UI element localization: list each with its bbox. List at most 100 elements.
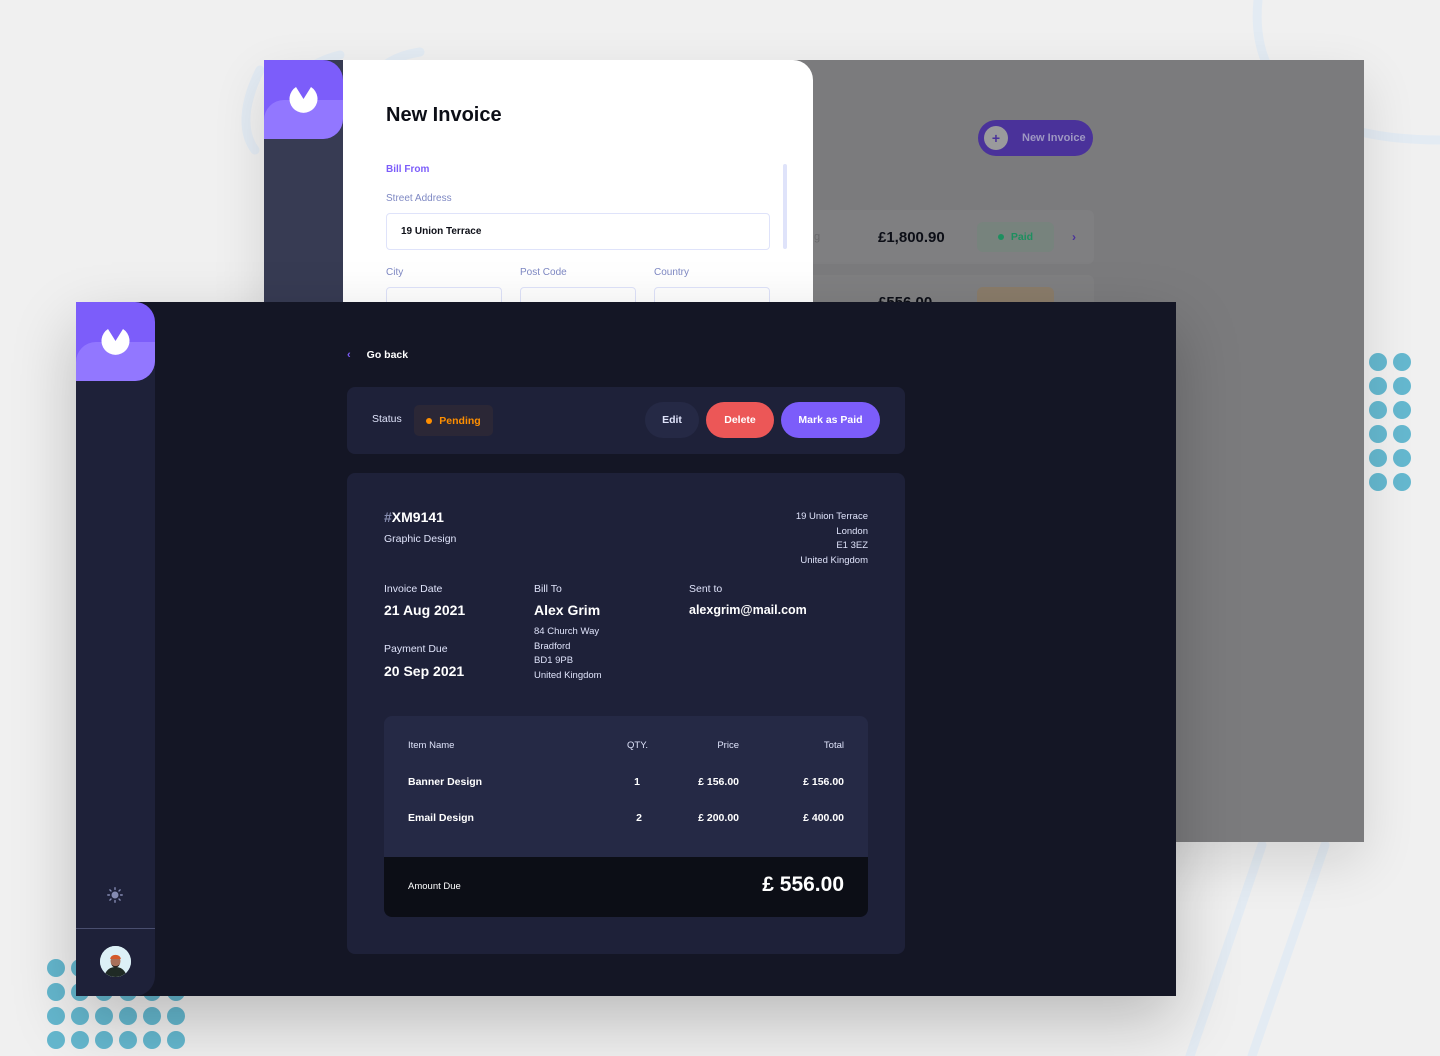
header-item-name: Item Name (408, 740, 455, 751)
header-qty: QTY. (627, 740, 648, 751)
invoice-date-label: Invoice Date (384, 583, 443, 595)
decor-dot (143, 1031, 161, 1049)
payment-due-value: 20 Sep 2021 (384, 663, 465, 679)
bill-from-heading: Bill From (386, 164, 430, 175)
form-title: New Invoice (386, 104, 502, 126)
sender-city: London (836, 525, 868, 537)
amount-due-label: Amount Due (408, 881, 461, 892)
decor-dot (1393, 473, 1411, 491)
edit-button[interactable]: Edit (645, 402, 699, 438)
sender-address: 19 Union Terrace London E1 3EZ United Ki… (796, 510, 868, 568)
amount-due-footer: Amount Due £ 556.00 (384, 857, 868, 917)
status-label: Paid (1010, 231, 1034, 243)
decor-dot (1393, 353, 1411, 371)
theme-toggle-button[interactable] (105, 885, 125, 905)
item-price: £ 200.00 (698, 812, 739, 824)
invoice-detail-window: ‹ Go back Status Pending Edit Delete Mar… (76, 302, 1176, 996)
invoice-id-hash: # (384, 509, 392, 525)
decor-dot (1369, 449, 1387, 467)
status-label: Status (372, 413, 402, 425)
form-scrollbar[interactable] (783, 164, 787, 249)
decor-dot (47, 983, 65, 1001)
country-label: Country (654, 267, 690, 278)
decor-dot (71, 1007, 89, 1025)
invoice-id-value: XM9141 (391, 509, 444, 525)
decor-dot (71, 1031, 89, 1049)
header-total: Total (823, 740, 844, 751)
street-address-label: Street Address (386, 193, 452, 204)
status-value: Pending (439, 414, 481, 427)
decor-dot (47, 1031, 65, 1049)
status-bar: Status Pending Edit Delete Mark as Paid (347, 387, 905, 454)
header-price: Price (717, 740, 739, 751)
delete-button[interactable]: Delete (706, 402, 774, 438)
decor-dot (1393, 425, 1411, 443)
decor-dot (119, 1007, 137, 1025)
client-name: Alex Grim (534, 602, 601, 618)
table-row: Banner Design 1 £ 156.00 £ 156.00 (384, 776, 868, 792)
avatar-image (100, 946, 131, 977)
decor-dot (47, 959, 65, 977)
amount-due-value: £ 556.00 (762, 873, 844, 896)
app-logo[interactable] (264, 60, 343, 139)
item-qty: 2 (636, 812, 642, 824)
decor-dot (95, 1007, 113, 1025)
item-qty: 1 (634, 776, 640, 788)
sidebar-divider (76, 928, 155, 929)
client-street: 84 Church Way (534, 626, 600, 637)
client-city: Bradford (534, 640, 571, 652)
status-badge: Paid (977, 222, 1054, 252)
decor-dot (1369, 425, 1387, 443)
item-name: Banner Design (408, 776, 483, 788)
decor-dot (47, 1007, 65, 1025)
new-invoice-button[interactable]: + New Invoice (978, 120, 1093, 156)
invoice-detail-card: #XM9141 Graphic Design 19 Union Terrace … (347, 473, 905, 954)
mark-as-paid-button[interactable]: Mark as Paid (781, 402, 880, 438)
items-table-header: Item Name QTY. Price Total (384, 740, 868, 756)
decor-dot (1369, 353, 1387, 371)
client-country: United Kingdom (534, 669, 602, 681)
invoice-list-row[interactable]: g £1,800.90 Paid › (794, 210, 1094, 264)
client-post-code: BD1 9PB (534, 655, 574, 667)
invoice-amount: £1,800.90 (878, 228, 945, 246)
bill-to-label: Bill To (534, 583, 562, 595)
logo-icon (289, 87, 318, 113)
new-invoice-button-label: New Invoice (1022, 132, 1086, 144)
invoice-date-value: 21 Aug 2021 (384, 602, 466, 618)
city-label: City (386, 267, 404, 278)
sender-post-code: E1 3EZ (836, 540, 868, 552)
invoice-description: Graphic Design (384, 533, 457, 545)
client-address: 84 Church Way Bradford BD1 9PB United Ki… (534, 625, 602, 683)
decor-dot (167, 1007, 185, 1025)
item-name: Email Design (408, 812, 474, 824)
go-back-label: Go back (366, 349, 409, 361)
decor-dot (1369, 401, 1387, 419)
decor-dot (167, 1031, 185, 1049)
logo-icon (101, 329, 130, 355)
client-email: alexgrim@mail.com (689, 603, 807, 617)
user-avatar[interactable] (100, 946, 131, 977)
chevron-right-icon: › (1072, 230, 1076, 244)
sender-street: 19 Union Terrace (795, 511, 868, 522)
items-table: Item Name QTY. Price Total Banner Design… (384, 716, 868, 917)
decor-dot (1393, 449, 1411, 467)
go-back-link[interactable]: ‹ Go back (347, 349, 408, 361)
item-price: £ 156.00 (698, 776, 739, 788)
invoice-client-name: g (814, 231, 821, 243)
street-address-input[interactable]: 19 Union Terrace (386, 213, 770, 250)
decor-dot (95, 1031, 113, 1049)
decor-dot (1393, 377, 1411, 395)
sidebar (76, 302, 155, 996)
post-code-label: Post Code (520, 267, 567, 278)
invoice-id: #XM9141 (384, 509, 444, 525)
sun-icon (107, 887, 123, 903)
decor-dot (1393, 401, 1411, 419)
payment-due-label: Payment Due (384, 643, 448, 655)
sent-to-label: Sent to (689, 583, 723, 595)
sender-country: United Kingdom (800, 554, 868, 566)
chevron-left-icon: ‹ (347, 349, 351, 361)
status-badge: Pending (414, 405, 493, 436)
decor-dot (1369, 377, 1387, 395)
status-dot-icon (426, 417, 433, 424)
app-logo[interactable] (76, 302, 155, 381)
